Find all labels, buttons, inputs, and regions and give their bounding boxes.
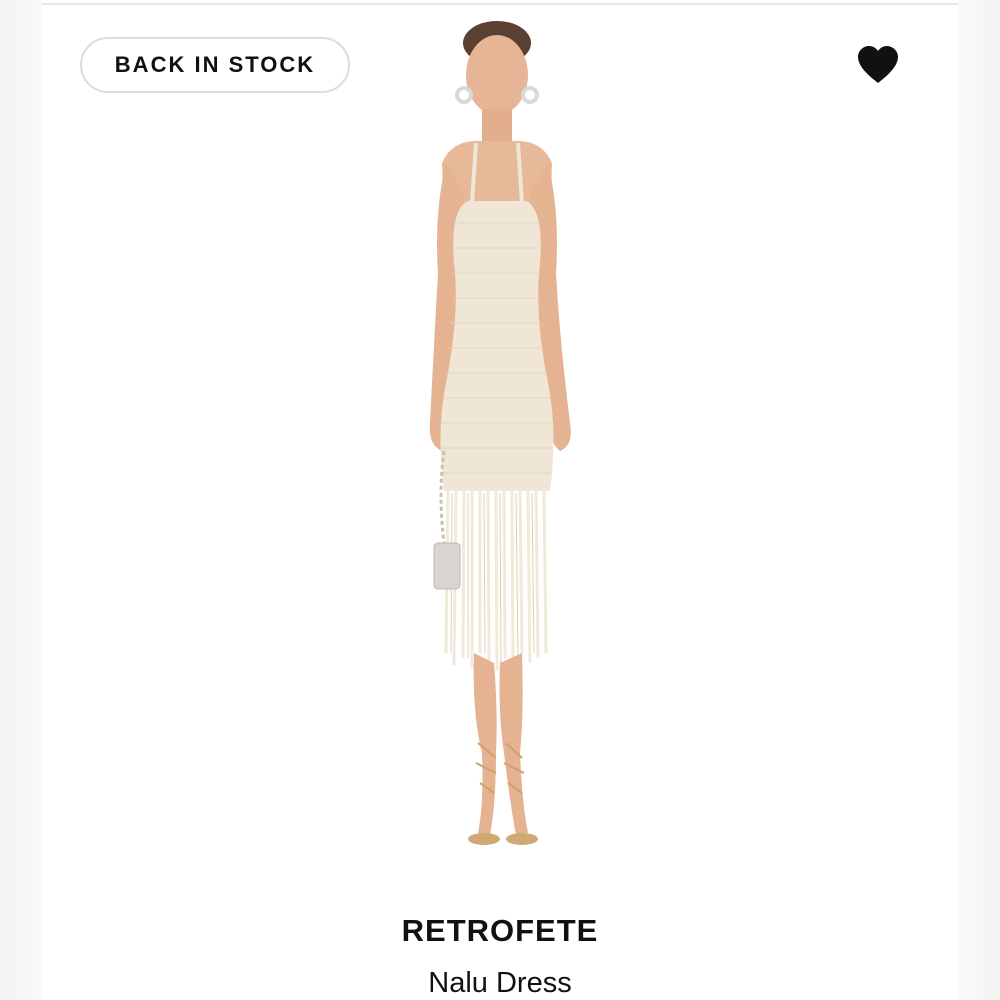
sandal-left — [468, 833, 500, 845]
handbag — [433, 542, 461, 590]
earring-left — [455, 86, 473, 104]
dress-fringe — [444, 490, 548, 672]
model-left-leg — [473, 653, 497, 835]
model-right-leg — [499, 653, 528, 835]
badge-label: BACK IN STOCK — [114, 52, 316, 77]
heart-icon — [858, 46, 898, 83]
product-name[interactable]: Nalu Dress — [42, 967, 958, 1000]
earring-right — [521, 86, 539, 104]
back-in-stock-badge: BACK IN STOCK — [80, 37, 350, 93]
favorite-button[interactable] — [856, 45, 900, 85]
model-neck — [482, 109, 512, 145]
product-brand[interactable]: RETROFETE — [42, 913, 958, 949]
product-card[interactable]: BACK IN STOCK RETROFETE Nalu Dress — [42, 3, 958, 1000]
model-head — [466, 35, 528, 115]
page-frame: BACK IN STOCK RETROFETE Nalu Dress — [0, 0, 1000, 1000]
product-image[interactable] — [372, 13, 622, 863]
sandal-right — [506, 833, 538, 845]
